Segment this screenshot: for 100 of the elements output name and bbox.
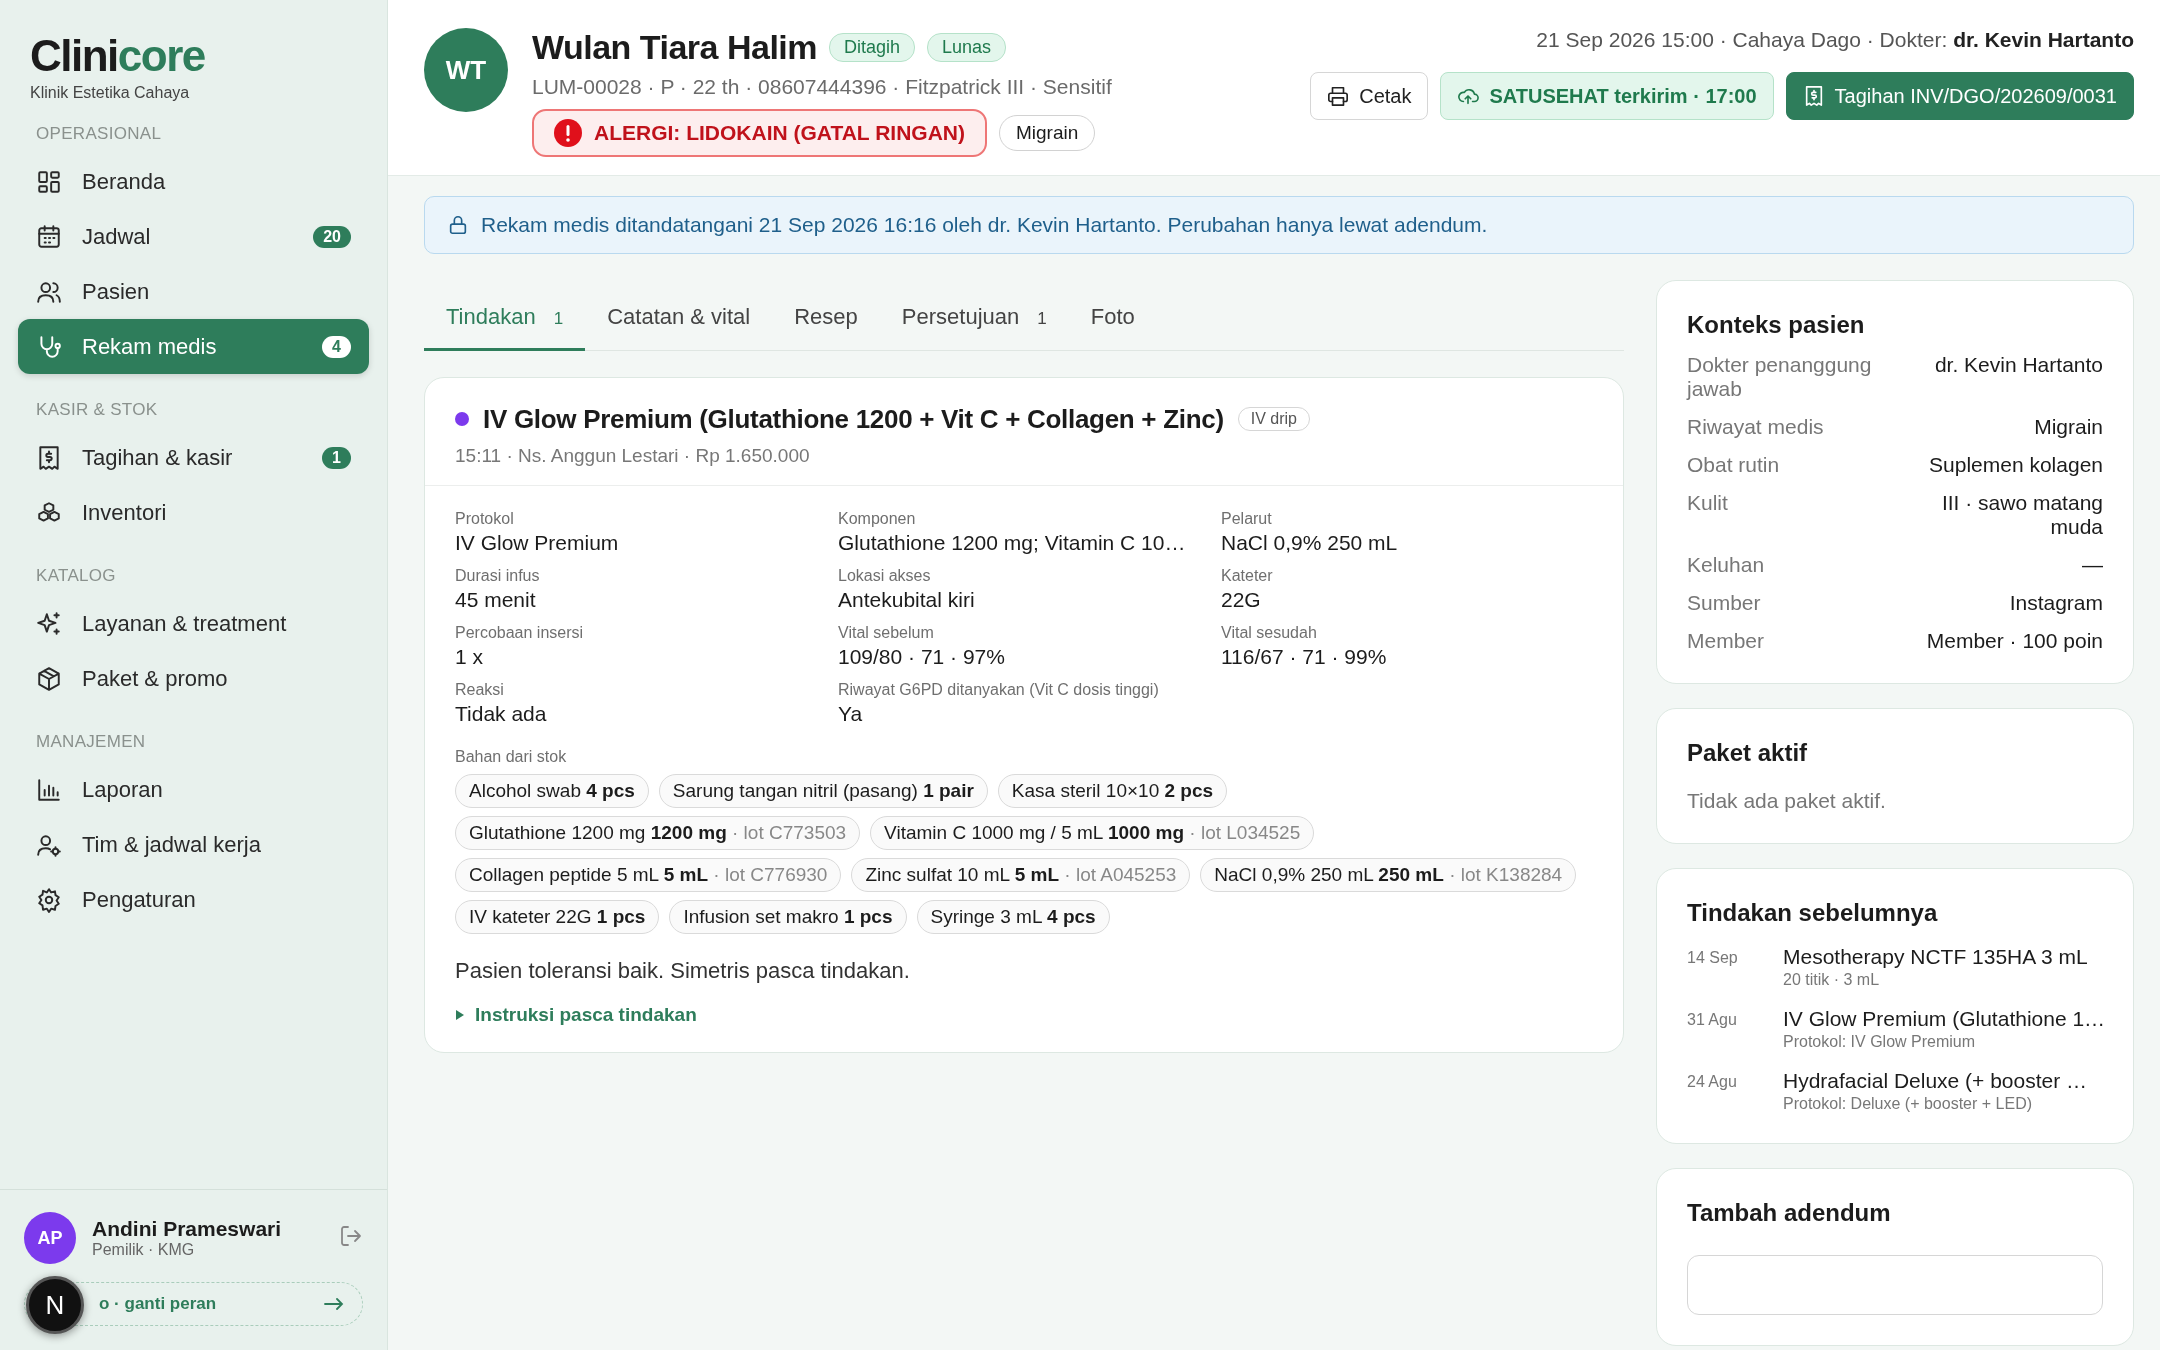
field-value: IV Glow Premium <box>455 530 620 555</box>
history-date: 14 Sep <box>1687 948 1739 968</box>
context-value: Suplemen kolagen <box>1928 453 2103 477</box>
context-value: Migrain <box>2033 415 2103 439</box>
history-detail: 20 titik · 3 mL <box>1783 971 1881 989</box>
field-label: Kateter <box>1221 566 1274 585</box>
context-value: dr. Kevin Hartanto <box>1933 353 2103 378</box>
field-value: 22G <box>1221 587 1262 612</box>
history-date: 31 Agu <box>1687 1010 1738 1030</box>
material-chip: NaCl 0,9% 250 mL 250 mL · lot K138284 <box>1200 857 1577 892</box>
material-chip: Collagen peptide 5 mL 5 mL · lot C776930 <box>455 857 842 892</box>
arrow-right-icon <box>324 1298 344 1310</box>
nav-item[interactable]: Laporan <box>18 762 369 817</box>
history-title: Mesotherapy NCTF 135HA 3 mL <box>1783 945 2088 969</box>
field-label: Vital sesudah <box>1221 623 1318 642</box>
calendar-icon <box>36 223 62 250</box>
count-badge: 20 <box>313 225 351 248</box>
nav-item[interactable]: Paket & promo <box>18 651 369 706</box>
visit-info: 21 Sep 2026 15:00 · Cahaya Dago · Dokter: dr. Kevin Hartanto <box>1536 28 2134 52</box>
field-value: Antekubital kiri <box>838 587 976 612</box>
user-name: Andini Prameswari <box>92 1217 283 1241</box>
nav-item[interactable]: Rekam medis 4 <box>18 319 369 374</box>
context-label: Kulit <box>1687 491 1729 516</box>
alert-icon <box>554 119 582 147</box>
material-chip: Infusion set makro 1 pcs <box>669 899 907 934</box>
dev-tools-button[interactable]: N <box>26 1276 84 1334</box>
field-value: 45 menit <box>455 587 537 612</box>
header-button[interactable]: SATUSEHAT terkirim · 17:00 <box>1440 72 1774 120</box>
patient-avatar: WT <box>424 28 508 112</box>
field-value: Ya <box>838 701 864 726</box>
material-chip: Alcohol swab 4 pcs <box>455 773 649 808</box>
status-badge: Lunas <box>927 33 1007 62</box>
nav-item[interactable]: Pengaturan <box>18 872 369 927</box>
nav-item[interactable]: Inventori <box>18 485 369 540</box>
printer-icon <box>1327 85 1350 107</box>
material-chip: Syringe 3 mL 4 pcs <box>916 899 1110 934</box>
clinic-name: Klinik Estetika Cahaya <box>29 84 191 102</box>
patient-meta: LUM-00028 · P · 22 th · 08607444396 · Fitzpatrick III · Sensitif <box>532 75 1113 99</box>
tab[interactable]: Foto <box>1068 290 1157 351</box>
dashboard-icon <box>36 168 62 195</box>
card-title: Konteks pasien <box>1687 311 1866 339</box>
field-value: 1 x <box>455 644 484 669</box>
bar-chart-icon <box>36 776 62 803</box>
field-label: Riwayat G6PD ditanyakan (Vit C dosis tinggi) <box>838 680 1160 699</box>
card-title: Paket aktif <box>1687 739 1809 767</box>
history-title: IV Glow Premium (Glutathione 1… <box>1783 1007 2106 1031</box>
header-button[interactable]: Cetak <box>1310 72 1429 120</box>
field-value: NaCl 0,9% 250 mL <box>1221 530 1399 555</box>
material-chip: Glutathione 1200 mg 1200 mg · lot C773503 <box>455 815 861 850</box>
package-icon <box>36 665 62 692</box>
nav-item[interactable]: Pasien <box>18 264 369 319</box>
field-label: Durasi infus <box>455 566 541 585</box>
header-button[interactable]: Tagihan INV/DGO/202609/0031 <box>1785 72 2134 120</box>
logout-icon <box>339 1224 363 1248</box>
nav-section-title: KATALOG <box>35 565 117 587</box>
count-badge: 1 <box>322 446 351 469</box>
procedure-title: IV Glow Premium (Glutathione 1200 + Vit C + Collagen + Zinc) <box>483 403 1224 435</box>
context-label: Obat rutin <box>1687 453 1781 477</box>
nav-item[interactable]: Tim & jadwal kerja <box>18 817 369 872</box>
field-label: Reaksi <box>455 680 505 699</box>
nav-section-title: KASIR & STOK <box>35 399 159 421</box>
tab[interactable]: Tindakan 1 <box>424 290 586 351</box>
context-value: Member · 100 poin <box>1925 629 2103 653</box>
context-label: Keluhan <box>1687 553 1766 577</box>
nav-section-title: MANAJEMEN <box>35 731 147 753</box>
nav-item[interactable]: Tagihan & kasir 1 <box>18 430 369 485</box>
nav-section-title: OPERASIONAL <box>35 123 163 145</box>
allergy-alert: ALERGI: LIDOKAIN (GATAL RINGAN) <box>532 109 987 157</box>
history-detail: Protokol: Deluxe (+ booster + LED) <box>1783 1095 2033 1113</box>
field-label: Pelarut <box>1221 509 1273 528</box>
instructions-toggle[interactable]: Instruksi pasca tindakan <box>455 1003 697 1026</box>
patient-name: Wulan Tiara Halim <box>532 28 817 67</box>
empty-message: Tidak ada paket aktif. <box>1687 789 1887 813</box>
context-label: Sumber <box>1687 591 1762 615</box>
material-chip: Sarung tangan nitril (pasang) 1 pair <box>658 773 988 808</box>
field-label: Lokasi akses <box>838 566 932 585</box>
signed-notice: Rekam medis ditandatangani 21 Sep 2026 16:16 oleh dr. Kevin Hartanto. Perubahan hanya lewat adendum. <box>424 196 2134 254</box>
nav-item[interactable]: Jadwal 20 <box>18 209 369 264</box>
logo: Clinicore <box>29 34 206 78</box>
field-label: Protokol <box>455 509 515 528</box>
tab[interactable]: Catatan & vital <box>585 290 773 351</box>
sparkles-icon <box>36 610 62 637</box>
tab[interactable]: Resep <box>772 290 880 351</box>
caret-icon <box>455 1009 465 1020</box>
material-chip: Kasa steril 10×10 2 pcs <box>997 773 1228 808</box>
materials-label: Bahan dari stok <box>455 747 568 766</box>
addendum-field[interactable] <box>1687 1255 2103 1315</box>
context-value: III · sawo matang muda <box>1940 491 2103 539</box>
tab[interactable]: Persetujuan 1 <box>879 290 1069 351</box>
procedure-meta: 15:11 · Ns. Anggun Lestari · Rp 1.650.000 <box>455 444 811 467</box>
card-title: Tambah adendum <box>1687 1199 1892 1227</box>
settings-icon <box>36 886 62 913</box>
history-detail: Protokol: IV Glow Premium <box>1783 1033 1977 1051</box>
lock-icon <box>447 214 469 236</box>
material-chip: IV kateter 22G 1 pcs <box>455 899 660 934</box>
user-avatar: AP <box>24 1212 76 1264</box>
procedure-note: Pasien toleransi baik. Simetris pasca tindakan. <box>455 957 911 984</box>
nav-item[interactable]: Beranda <box>18 154 369 209</box>
field-value: 116/67 · 71 · 99% <box>1221 644 1388 669</box>
nav-item[interactable]: Layanan & treatment <box>18 596 369 651</box>
